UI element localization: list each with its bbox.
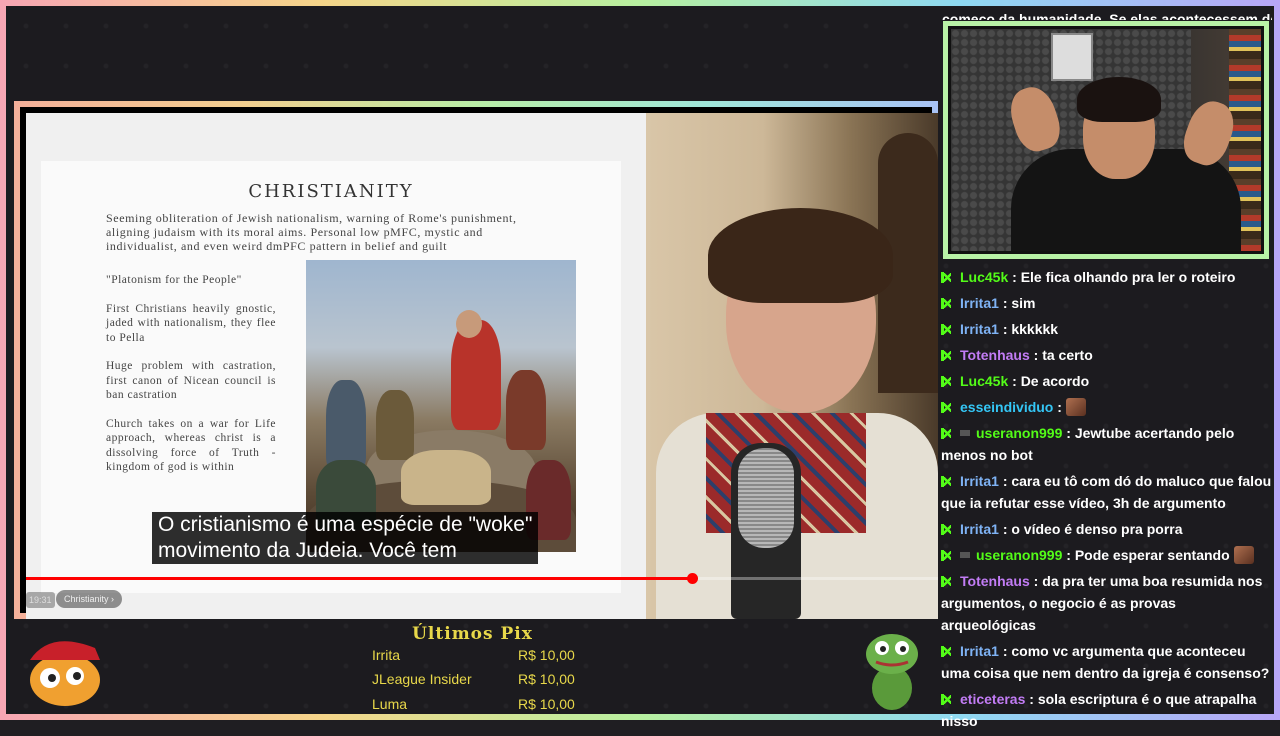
pix-entry: Irrita R$ 10,00 bbox=[372, 647, 632, 663]
video-player[interactable]: CHRISTIANITY Seeming obliteration of Jew… bbox=[26, 113, 938, 619]
chat-username[interactable]: Irrita1 bbox=[960, 521, 999, 537]
chat-message: Irrita1 : kkkkkk bbox=[941, 318, 1273, 340]
chat-message: Irrita1 : cara eu tô com dó do maluco qu… bbox=[941, 470, 1273, 514]
chat-message: Luc45k : De acordo bbox=[941, 370, 1273, 392]
presenter-video bbox=[646, 113, 938, 619]
chat-username[interactable]: eticeteras bbox=[960, 691, 1025, 707]
chat-message: Totenhaus : ta certo bbox=[941, 344, 1273, 366]
chat-username[interactable]: Irrita1 bbox=[960, 321, 999, 337]
chat-message: useranon999 : Pode esperar sentando bbox=[941, 544, 1273, 566]
pix-title: Últimos Pix bbox=[412, 624, 533, 644]
chat-emote-icon bbox=[1233, 546, 1254, 564]
chapter-button[interactable]: Christianity › bbox=[56, 590, 123, 608]
kick-badge-icon bbox=[941, 694, 952, 705]
kick-badge-icon bbox=[941, 376, 952, 387]
kick-badge-icon bbox=[941, 576, 952, 587]
caption-line: movimento da Judeia. Você tem bbox=[158, 539, 457, 562]
kick-badge-icon bbox=[941, 350, 952, 361]
chat-message: Totenhaus : da pra ter uma boa resumida … bbox=[941, 570, 1273, 636]
subtitle-caption: O cristianismo é uma espécie de "woke" m… bbox=[152, 512, 539, 564]
chat-username[interactable]: Irrita1 bbox=[960, 473, 999, 489]
slide-point: Huge problem with castration, first cano… bbox=[106, 360, 276, 401]
chat-username[interactable]: esseindividuo bbox=[960, 399, 1053, 415]
chat-message: Luc45k : Ele fica olhando pra ler o rote… bbox=[941, 266, 1273, 288]
kick-badge-icon bbox=[941, 324, 952, 335]
subscriber-badge-icon bbox=[960, 430, 970, 436]
progress-scrubber[interactable] bbox=[686, 573, 698, 584]
slide-point: Church takes on a war for Life approach,… bbox=[106, 417, 276, 474]
pix-entry: JLeague Insider R$ 10,00 bbox=[372, 671, 632, 687]
time-display: 19:31 bbox=[26, 592, 55, 608]
pix-value: R$ 10,00 bbox=[518, 647, 575, 663]
pix-value: R$ 10,00 bbox=[518, 671, 575, 687]
slide-point: First Christians heavily gnostic, jaded … bbox=[106, 302, 276, 344]
kick-badge-icon bbox=[941, 476, 952, 487]
chat-message: eticeteras : sola escriptura é o que atr… bbox=[941, 688, 1273, 732]
sermon-painting bbox=[306, 260, 576, 552]
chat-text: : Pode esperar sentando bbox=[1066, 547, 1230, 563]
caption-line: O cristianismo é uma espécie de "woke" bbox=[158, 513, 533, 536]
chat-username[interactable]: Irrita1 bbox=[960, 643, 999, 659]
chat-emote-icon bbox=[1065, 398, 1086, 416]
chat-panel: Luc45k : Ele fica olhando pra ler o rote… bbox=[941, 266, 1273, 736]
subscriber-badge-icon bbox=[960, 552, 970, 558]
chat-username[interactable]: Totenhaus bbox=[960, 347, 1030, 363]
webcam-feed bbox=[951, 29, 1261, 251]
chat-message: Irrita1 : o vídeo é denso pra porra bbox=[941, 518, 1273, 540]
kick-badge-icon bbox=[941, 524, 952, 535]
chat-message: Irrita1 : como vc argumenta que acontece… bbox=[941, 640, 1273, 684]
pix-name: JLeague Insider bbox=[372, 671, 472, 687]
pix-value: R$ 10,00 bbox=[518, 696, 575, 712]
chat-text: : kkkkkk bbox=[1002, 321, 1059, 337]
chapter-label: Christianity bbox=[64, 594, 109, 604]
progress-fill bbox=[26, 577, 692, 580]
chat-text: : sim bbox=[1002, 295, 1036, 311]
chat-message: esseindividuo : bbox=[941, 396, 1273, 418]
chat-text: : De acordo bbox=[1012, 373, 1090, 389]
mascot-character-icon bbox=[30, 641, 100, 706]
kick-badge-icon bbox=[941, 298, 952, 309]
chat-text: : bbox=[1057, 399, 1062, 415]
pix-name: Luma bbox=[372, 696, 408, 712]
chat-username[interactable]: Luc45k bbox=[960, 269, 1008, 285]
pepe-frog-icon bbox=[866, 634, 918, 710]
chat-text: : Ele fica olhando pra ler o roteiro bbox=[1012, 269, 1236, 285]
kick-badge-icon bbox=[941, 646, 952, 657]
kick-badge-icon bbox=[941, 272, 952, 283]
chat-username[interactable]: useranon999 bbox=[976, 547, 1062, 563]
kick-badge-icon bbox=[941, 402, 952, 413]
slide-intro: Seeming obliteration of Jewish nationali… bbox=[106, 211, 517, 253]
chat-text: : o vídeo é denso pra porra bbox=[1002, 521, 1183, 537]
slide-point: "Platonism for the People" bbox=[106, 274, 242, 286]
chat-text: : ta certo bbox=[1033, 347, 1093, 363]
pix-entry: Luma R$ 10,00 bbox=[372, 696, 632, 712]
slide-title: CHRISTIANITY bbox=[248, 181, 414, 202]
chat-overflow-message: começo da humanidade. Se elas acontecess… bbox=[942, 11, 1272, 20]
kick-badge-icon bbox=[941, 550, 952, 561]
progress-bar[interactable] bbox=[26, 573, 938, 584]
chat-username[interactable]: Luc45k bbox=[960, 373, 1008, 389]
slide-points: "Platonism for the People" First Christi… bbox=[106, 273, 276, 489]
chat-message: Irrita1 : sim bbox=[941, 292, 1273, 314]
webcam-frame bbox=[943, 21, 1269, 259]
pix-name: Irrita bbox=[372, 647, 400, 663]
chat-username[interactable]: Totenhaus bbox=[960, 573, 1030, 589]
chevron-right-icon: › bbox=[111, 594, 115, 604]
chat-username[interactable]: Irrita1 bbox=[960, 295, 999, 311]
kick-badge-icon bbox=[941, 428, 952, 439]
chat-username[interactable]: useranon999 bbox=[976, 425, 1062, 441]
chat-message: useranon999 : Jewtube acertando pelo men… bbox=[941, 422, 1273, 466]
video-frame: CHRISTIANITY Seeming obliteration of Jew… bbox=[14, 101, 938, 619]
